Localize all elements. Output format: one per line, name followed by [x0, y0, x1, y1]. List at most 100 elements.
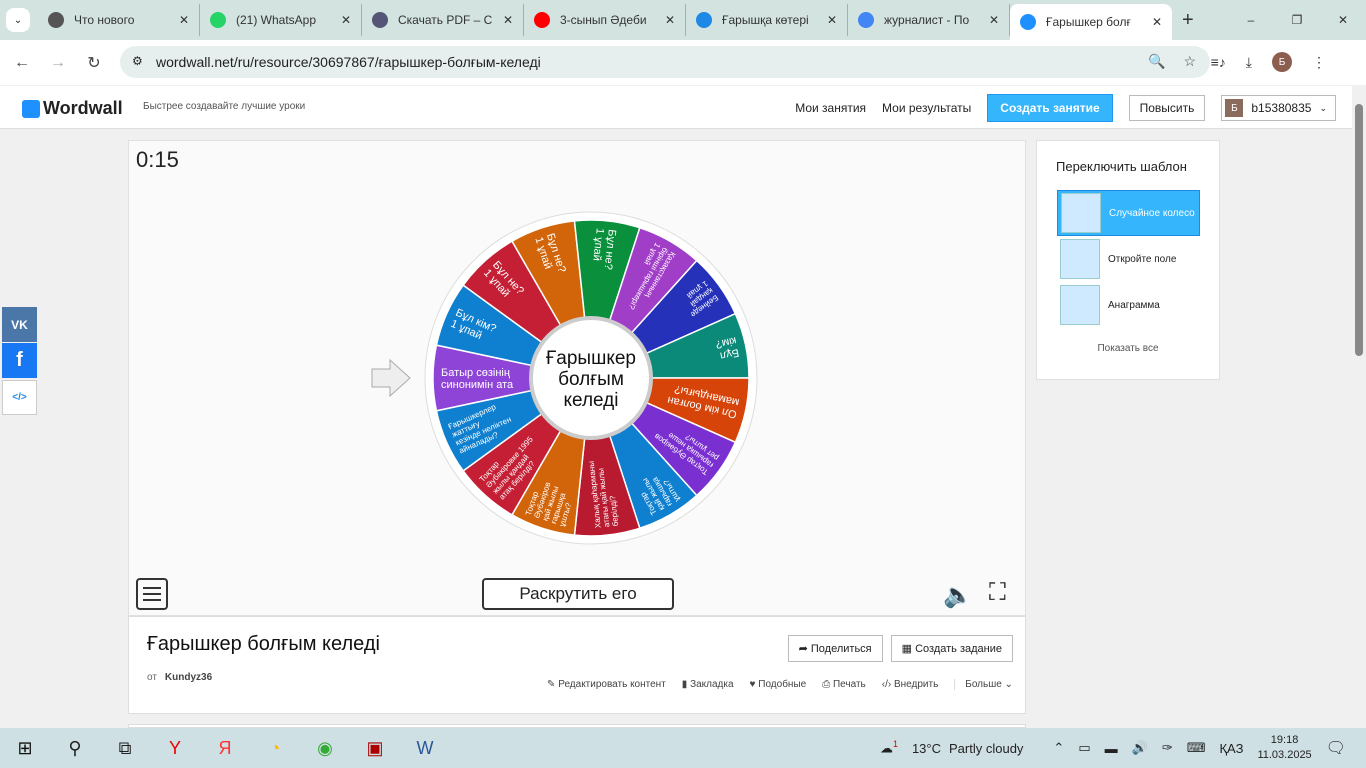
browser-tab[interactable]: Что нового ✕ — [38, 4, 200, 36]
volume-icon[interactable]: 🔊 — [1132, 740, 1148, 756]
yandex-icon[interactable]: Я — [200, 738, 250, 759]
template-anagram[interactable]: Анаграмма — [1057, 282, 1200, 328]
chevron-down-icon: ⌄ — [1319, 102, 1327, 113]
tab-bar: ⌄ Что нового ✕ (21) WhatsApp ✕ Скачать PDF –… — [0, 0, 1366, 40]
author-link[interactable]: Kundyz36 — [165, 672, 212, 683]
spin-button[interactable]: Раскрутить его — [482, 578, 674, 610]
wordwall-header: Wordwall Быстрее создавайте лучшие уроки… — [0, 86, 1352, 129]
close-tab-icon[interactable]: ✕ — [341, 13, 351, 27]
embed-link[interactable]: ‹/› Внедрить — [882, 679, 939, 690]
language-indicator[interactable]: ҚАЗ — [1219, 741, 1243, 756]
chrome-icon[interactable]: ◉ — [300, 738, 350, 759]
url-input[interactable]: ⚙ wordwall.net/ru/resource/30697867/ғары… — [120, 46, 1210, 78]
back-button[interactable]: ← — [4, 54, 40, 72]
word-icon[interactable]: W — [400, 738, 450, 759]
keyboard-icon[interactable]: ⌨ — [1187, 740, 1206, 756]
forward-button[interactable]: → — [40, 54, 76, 72]
spinning-wheel[interactable]: Батыр сөзінің синонимін атаБұл кім?1 ұпай… — [129, 141, 1027, 617]
tray-chevron-icon[interactable]: ⌃ — [1053, 740, 1064, 756]
tab-search-button[interactable]: ⌄ — [6, 8, 30, 32]
windows-start-icon[interactable]: ⊞ — [0, 738, 50, 759]
user-menu[interactable]: Бb15380835 ⌄ — [1221, 95, 1336, 121]
switcher-title: Переключить шаблон — [1056, 159, 1187, 174]
browser-tab[interactable]: журналист - По ✕ — [848, 4, 1010, 36]
site-info-icon[interactable]: ⚙ — [132, 54, 143, 68]
template-random-wheel[interactable]: Случайное колесо — [1057, 190, 1200, 236]
fullscreen-icon[interactable]: ⛶ — [989, 579, 1006, 607]
zoom-icon[interactable]: 🔍 — [1148, 53, 1165, 70]
search-icon[interactable]: ⚲ — [50, 738, 100, 759]
wheel-center-text: болғым — [558, 369, 624, 390]
browser-tab[interactable]: (21) WhatsApp ✕ — [200, 4, 362, 36]
sound-icon[interactable]: 🔈 — [943, 581, 973, 610]
browser-tab[interactable]: Ғарышқа көтері ✕ — [686, 4, 848, 36]
slogan: Быстрее создавайте лучшие уроки — [143, 101, 306, 112]
pdf-app-icon[interactable]: ▣ — [350, 738, 400, 759]
weather-icon[interactable]: ☁1 — [880, 739, 898, 756]
bookmark-link[interactable]: ▮ Закладка — [682, 679, 734, 690]
close-tab-icon[interactable]: ✕ — [503, 13, 513, 27]
browser-tab[interactable]: 3-сынып Әдеби ✕ — [524, 4, 686, 36]
profile-avatar[interactable]: Б — [1272, 52, 1292, 72]
browser-tab[interactable]: Ғарышкер болғ ✕ — [1010, 4, 1172, 40]
close-tab-icon[interactable]: ✕ — [989, 13, 999, 27]
wheel-template-icon — [1061, 193, 1101, 233]
boxes-template-icon — [1060, 239, 1100, 279]
camera-icon[interactable]: ▭ — [1078, 740, 1090, 756]
bookmark-star-icon[interactable]: ☆ — [1183, 53, 1196, 70]
weather-temp[interactable]: 13°C — [912, 741, 941, 756]
assign-label: Создать задание — [915, 643, 1002, 655]
pen-icon[interactable]: ✑ — [1162, 740, 1173, 756]
close-tab-icon[interactable]: ✕ — [665, 13, 675, 27]
create-activity-button[interactable]: Создать занятие — [987, 94, 1113, 122]
new-tab-button[interactable]: + — [1182, 9, 1194, 32]
embed-button[interactable]: </> — [2, 380, 37, 415]
author-line: от Kundyz36 — [147, 672, 212, 683]
battery-icon[interactable]: ▬ — [1105, 741, 1118, 756]
chrome-icon — [48, 12, 64, 28]
vk-share-button[interactable]: VK — [2, 307, 37, 342]
notifications-icon[interactable]: 🗨 — [1326, 738, 1346, 758]
game-area: 0:15 Батыр сөзінің синонимін ата Бұл кім?1… — [128, 140, 1026, 616]
task-view-icon[interactable]: ⧉ — [100, 738, 150, 759]
template-open-box[interactable]: Откройте поле — [1057, 236, 1200, 282]
download-icon[interactable]: ⤓ — [1246, 54, 1252, 71]
maximize-button[interactable]: ❐ — [1274, 0, 1320, 40]
wordwall-logo[interactable]: Wordwall — [22, 98, 123, 119]
music-icon[interactable]: ◔ — [250, 738, 300, 759]
browser-menu-icon[interactable]: ⋮ — [1312, 54, 1326, 71]
weather-text[interactable]: Partly cloudy — [949, 741, 1023, 756]
facebook-share-button[interactable]: f — [2, 343, 37, 378]
tab-title: (21) WhatsApp — [236, 13, 317, 27]
whatsapp-icon — [210, 12, 226, 28]
page-scrollbar[interactable] — [1352, 86, 1366, 726]
yandex-browser-icon[interactable]: Y — [150, 738, 200, 759]
minimize-button[interactable]: – — [1228, 0, 1274, 40]
similar-link[interactable]: ♥ Подобные — [750, 679, 807, 690]
menu-button[interactable] — [136, 578, 168, 610]
browser-tab[interactable]: Скачать PDF – С ✕ — [362, 4, 524, 36]
upgrade-button[interactable]: Повысить — [1128, 95, 1206, 121]
close-tab-icon[interactable]: ✕ — [1152, 15, 1162, 29]
activity-title: Ғарышкер болғым келеді — [147, 633, 380, 655]
clock[interactable]: 19:18 11.03.2025 — [1257, 733, 1311, 763]
reload-button[interactable]: ↻ — [76, 53, 112, 73]
close-tab-icon[interactable]: ✕ — [827, 13, 837, 27]
nav-my-activities[interactable]: Мои занятия — [795, 101, 866, 115]
nav-my-results[interactable]: Мои результаты — [882, 101, 971, 115]
assign-button[interactable]: ▦ Создать задание — [890, 635, 1013, 662]
tab-title: Ғарышқа көтері — [722, 13, 809, 27]
tab-title: 3-сынып Әдеби — [560, 13, 647, 27]
share-label: Поделиться — [810, 643, 872, 655]
google-icon — [858, 12, 874, 28]
close-window-button[interactable]: ✕ — [1320, 0, 1366, 40]
address-bar-row: ← → ↻ ⚙ wordwall.net/ru/resource/3069786… — [0, 40, 1366, 85]
print-link[interactable]: ⎙ Печать — [822, 679, 866, 690]
more-dropdown[interactable]: Больше ⌄ — [954, 679, 1013, 690]
media-icon[interactable]: ≡♪ — [1211, 54, 1226, 70]
close-tab-icon[interactable]: ✕ — [179, 13, 189, 27]
show-all-link[interactable]: Показать все — [1037, 343, 1219, 354]
edit-content-link[interactable]: ✎ Редактировать контент — [547, 679, 666, 690]
share-button[interactable]: ➦ Поделиться — [787, 635, 883, 662]
scrollbar-thumb[interactable] — [1355, 104, 1363, 356]
